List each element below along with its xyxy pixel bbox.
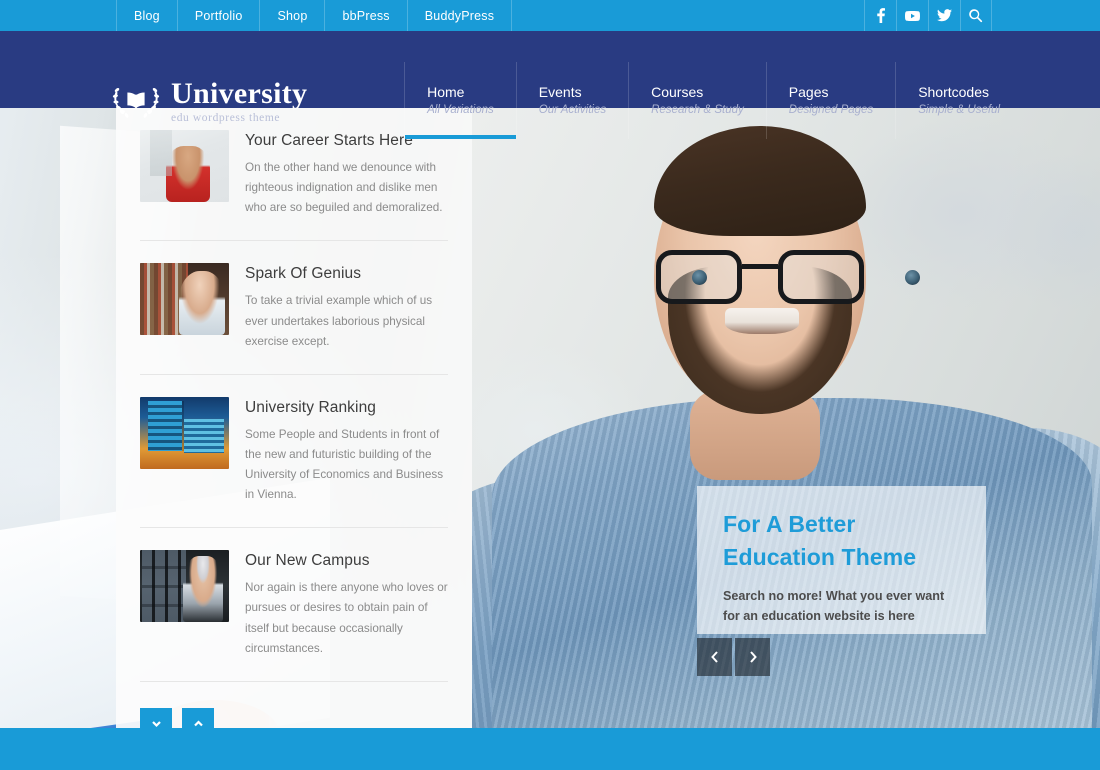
facebook-icon[interactable] [864, 0, 896, 31]
nav-label-pages: Pages [788, 84, 829, 101]
feature-description: Some People and Students in front of the… [245, 427, 444, 502]
eye-left [692, 270, 707, 285]
feature-item[interactable]: Your Career Starts Here On the other han… [140, 108, 448, 242]
feature-body: Spark Of Genius To take a trivial exampl… [245, 263, 448, 351]
topbar-social-links [864, 0, 992, 31]
slider-prev-button[interactable] [697, 638, 732, 676]
topbar-link-buddypress[interactable]: BuddyPress [406, 0, 513, 31]
scroll-up-button[interactable] [182, 707, 214, 728]
slider-next-button[interactable] [735, 638, 770, 676]
topbar-link-blog[interactable]: Blog [116, 0, 177, 31]
feature-description: On the other hand we denounce with right… [245, 161, 443, 215]
site-header: University edu wordpress theme Home All … [0, 31, 1100, 139]
site-logo[interactable]: University edu wordpress theme [110, 79, 307, 125]
feature-panel: Your Career Starts Here On the other han… [116, 108, 472, 728]
smile [725, 308, 799, 334]
eyeglasses-icon [652, 250, 920, 304]
nav-item-home[interactable]: Home All Variations [404, 62, 516, 139]
youtube-icon[interactable] [896, 0, 928, 31]
logo-title: University [171, 77, 308, 110]
feature-title[interactable]: Our New Campus [245, 552, 448, 570]
nav-label-events: Events [538, 84, 582, 101]
logo-text: University edu wordpress theme [171, 79, 307, 125]
logo-tagline: edu wordpress theme [171, 112, 281, 124]
feature-item[interactable]: Our New Campus Nor again is there anyone… [140, 528, 448, 682]
main-navigation: Home All Variations Events Our Activitie… [404, 62, 1000, 139]
nav-sub-pages: Designed Pages [788, 104, 874, 117]
nav-item-shortcodes[interactable]: Shortcodes Simple & Useful [895, 62, 1000, 139]
laurel-book-icon [110, 81, 162, 123]
twitter-icon[interactable] [928, 0, 960, 31]
feature-item[interactable]: Spark Of Genius To take a trivial exampl… [140, 241, 448, 375]
nav-item-pages[interactable]: Pages Designed Pages [765, 62, 895, 139]
top-utility-bar: Blog Portfolio Shop bbPress BuddyPress [0, 0, 1100, 31]
hero-caption-text: Search no more! What you ever want for a… [723, 589, 945, 624]
footer-bar [0, 728, 1100, 770]
scroll-down-button[interactable] [140, 707, 172, 728]
topbar-link-shop[interactable]: Shop [259, 0, 324, 31]
topbar-link-bbpress[interactable]: bbPress [324, 0, 406, 31]
nav-item-courses[interactable]: Courses Research & Study [628, 62, 766, 139]
student-with-helmet-photo[interactable] [140, 550, 229, 623]
panel-scroll-controls [116, 682, 472, 728]
slider-navigation [697, 638, 770, 676]
man-writing-notebook-photo[interactable] [140, 130, 229, 202]
nav-label-courses: Courses [651, 84, 704, 101]
hero-caption-heading: For A Better Education Theme [723, 511, 917, 570]
nav-sub-events: Our Activities [538, 104, 607, 117]
hero-slider[interactable]: For A Better Education Theme Search no m… [472, 108, 1100, 728]
nav-sub-home: All Variations [427, 104, 494, 117]
feature-body: Our New Campus Nor again is there anyone… [245, 550, 448, 659]
feature-title[interactable]: University Ranking [245, 399, 448, 417]
feature-item[interactable]: University Ranking Some People and Stude… [140, 375, 448, 529]
feature-list: Your Career Starts Here On the other han… [116, 108, 472, 682]
feature-description: To take a trivial example which of us ev… [245, 294, 433, 348]
feature-body: Your Career Starts Here On the other han… [245, 130, 448, 218]
topbar-links: Blog Portfolio Shop bbPress BuddyPress [116, 0, 513, 31]
feature-body: University Ranking Some People and Stude… [245, 397, 448, 506]
feature-description: Nor again is there anyone who loves or p… [245, 581, 448, 655]
nav-sub-shortcodes: Simple & Useful [918, 104, 1000, 117]
woman-library-laptop-photo[interactable] [140, 263, 229, 336]
topbar-link-portfolio[interactable]: Portfolio [176, 0, 260, 31]
eye-right [905, 270, 920, 285]
nav-item-events[interactable]: Events Our Activities [515, 62, 628, 139]
nav-label-home: Home [427, 84, 465, 101]
modern-campus-building-photo[interactable] [140, 396, 229, 469]
search-icon[interactable] [960, 0, 992, 31]
lens-right [778, 250, 864, 304]
glasses-bridge [742, 264, 778, 269]
nav-sub-courses: Research & Study [651, 104, 744, 117]
nav-label-shortcodes: Shortcodes [918, 84, 990, 101]
feature-title[interactable]: Spark Of Genius [245, 265, 448, 283]
hero-caption-card: For A Better Education Theme Search no m… [697, 486, 986, 634]
